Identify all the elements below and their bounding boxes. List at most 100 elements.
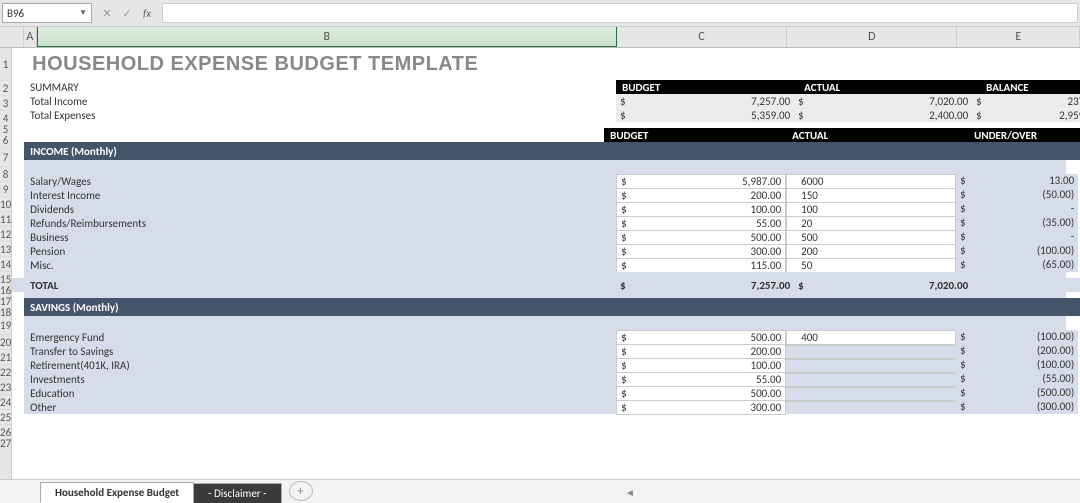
- income-under-cell: $-: [956, 202, 1078, 215]
- savings-item-label: Retirement(401K, IRA): [24, 358, 616, 372]
- scroll-indicator-icon: ◄: [625, 486, 635, 499]
- income-item-label: Dividends: [24, 202, 616, 216]
- savings-item-label: Investments: [24, 372, 616, 386]
- section-header-under: UNDER/OVER: [968, 128, 1080, 142]
- row-header[interactable]: 8: [0, 167, 11, 182]
- fx-icon[interactable]: fx: [138, 4, 156, 22]
- tab-disclaimer[interactable]: - Disclaimer -: [193, 483, 281, 503]
- name-box[interactable]: B96 ▼: [2, 3, 92, 23]
- row-header[interactable]: 2: [0, 81, 11, 96]
- col-header-b[interactable]: B: [37, 27, 617, 47]
- row-header[interactable]: 21: [0, 350, 11, 365]
- income-actual-cell[interactable]: 20: [786, 216, 956, 231]
- income-actual-cell[interactable]: 200: [786, 244, 956, 259]
- savings-budget-cell[interactable]: $500.00: [616, 330, 786, 345]
- total-income-actual[interactable]: $7,020.00: [794, 94, 972, 108]
- formula-bar-icons: ✕ ✓ fx: [92, 4, 162, 22]
- income-budget-cell[interactable]: $500.00: [616, 230, 786, 245]
- section-header-actual: ACTUAL: [786, 128, 968, 142]
- row-header[interactable]: 6: [0, 133, 11, 148]
- savings-item-label: Emergency Fund: [24, 330, 616, 344]
- add-sheet-button[interactable]: +: [289, 481, 313, 501]
- income-budget-cell[interactable]: $5,987.00: [616, 174, 786, 189]
- col-header-a[interactable]: A: [24, 27, 37, 47]
- row-header[interactable]: 12: [0, 227, 11, 242]
- total-expenses-balance[interactable]: $2,959.00: [972, 108, 1080, 122]
- dropdown-icon: ▼: [79, 8, 87, 18]
- savings-actual-cell[interactable]: [786, 400, 956, 402]
- confirm-icon[interactable]: ✓: [118, 4, 136, 22]
- row-header[interactable]: 14: [0, 257, 11, 272]
- row-header[interactable]: 23: [0, 380, 11, 395]
- income-actual-cell[interactable]: 150: [786, 188, 956, 203]
- row-header[interactable]: 9: [0, 182, 11, 197]
- col-header-d[interactable]: D: [787, 27, 957, 47]
- cancel-icon[interactable]: ✕: [98, 4, 116, 22]
- savings-budget-cell[interactable]: $500.00: [616, 386, 786, 401]
- income-actual-cell[interactable]: 100: [786, 202, 956, 217]
- income-budget-cell[interactable]: $55.00: [616, 216, 786, 231]
- total-income-balance[interactable]: $237.00: [972, 94, 1080, 108]
- savings-budget-cell[interactable]: $100.00: [616, 358, 786, 373]
- row-header[interactable]: 1: [0, 48, 11, 81]
- savings-budget-cell[interactable]: $200.00: [616, 344, 786, 359]
- row-header[interactable]: 3: [0, 96, 11, 111]
- row-header[interactable]: 19: [0, 316, 11, 335]
- income-item-label: Misc.: [24, 258, 616, 272]
- row-header[interactable]: 27: [0, 440, 11, 447]
- total-expenses-label: Total Expenses: [24, 108, 616, 122]
- savings-under-cell: $(200.00): [956, 344, 1078, 357]
- row-header[interactable]: 24: [0, 395, 11, 410]
- savings-actual-cell[interactable]: 400: [786, 330, 956, 345]
- savings-under-cell: $(55.00): [956, 372, 1078, 385]
- row-header[interactable]: 10: [0, 197, 11, 212]
- savings-actual-cell[interactable]: [786, 358, 956, 360]
- income-budget-cell[interactable]: $115.00: [616, 258, 786, 273]
- savings-item-label: Other: [24, 400, 616, 414]
- row-header[interactable]: 13: [0, 242, 11, 257]
- sheet-content: HOUSEHOLD EXPENSE BUDGET TEMPLATE SUMMAR…: [12, 48, 1080, 479]
- income-total-budget: $7,257.00: [616, 278, 794, 292]
- savings-actual-cell[interactable]: [786, 344, 956, 346]
- row-header[interactable]: 5: [0, 126, 11, 133]
- income-under-cell: $(65.00): [956, 258, 1078, 271]
- income-under-cell: $(35.00): [956, 216, 1078, 229]
- total-expenses-budget[interactable]: $5,359.00: [616, 108, 794, 122]
- row-header[interactable]: 16: [0, 287, 11, 294]
- sheet-tabs: Household Expense Budget - Disclaimer - …: [0, 479, 1080, 503]
- income-item-label: Salary/Wages: [24, 174, 616, 188]
- income-under-cell: $13.00: [956, 174, 1078, 187]
- savings-section-title: SAVINGS (Monthly): [24, 298, 616, 316]
- row-headers: 1234567891011121314151617181920212223242…: [0, 48, 12, 479]
- row-header[interactable]: 18: [0, 309, 11, 316]
- row-header[interactable]: 22: [0, 365, 11, 380]
- total-income-budget[interactable]: $7,257.00: [616, 94, 794, 108]
- income-actual-cell[interactable]: 6000: [786, 174, 956, 189]
- savings-actual-cell[interactable]: [786, 372, 956, 374]
- summary-label: SUMMARY: [24, 80, 616, 94]
- total-income-label: Total Income: [24, 94, 616, 108]
- formula-input[interactable]: [162, 3, 1078, 23]
- income-budget-cell[interactable]: $200.00: [616, 188, 786, 203]
- header-actual: ACTUAL: [798, 80, 980, 94]
- savings-budget-cell[interactable]: $300.00: [616, 400, 786, 415]
- income-budget-cell[interactable]: $100.00: [616, 202, 786, 217]
- select-all-corner[interactable]: [0, 27, 24, 47]
- col-header-c[interactable]: C: [617, 27, 787, 47]
- income-actual-cell[interactable]: 50: [786, 258, 956, 273]
- column-headers: A B C D E: [0, 27, 1080, 48]
- income-actual-cell[interactable]: 500: [786, 230, 956, 245]
- income-item-label: Interest Income: [24, 188, 616, 202]
- row-header[interactable]: 7: [0, 148, 11, 167]
- total-expenses-actual[interactable]: $2,400.00: [794, 108, 972, 122]
- savings-actual-cell[interactable]: [786, 386, 956, 388]
- savings-budget-cell[interactable]: $55.00: [616, 372, 786, 387]
- tab-household-budget[interactable]: Household Expense Budget: [40, 482, 194, 503]
- row-header[interactable]: 20: [0, 335, 11, 350]
- col-header-e[interactable]: E: [957, 27, 1080, 47]
- income-budget-cell[interactable]: $300.00: [616, 244, 786, 259]
- row-header[interactable]: 25: [0, 410, 11, 425]
- row-header[interactable]: 11: [0, 212, 11, 227]
- income-section-title: INCOME (Monthly): [24, 142, 616, 160]
- income-item-label: Business: [24, 230, 616, 244]
